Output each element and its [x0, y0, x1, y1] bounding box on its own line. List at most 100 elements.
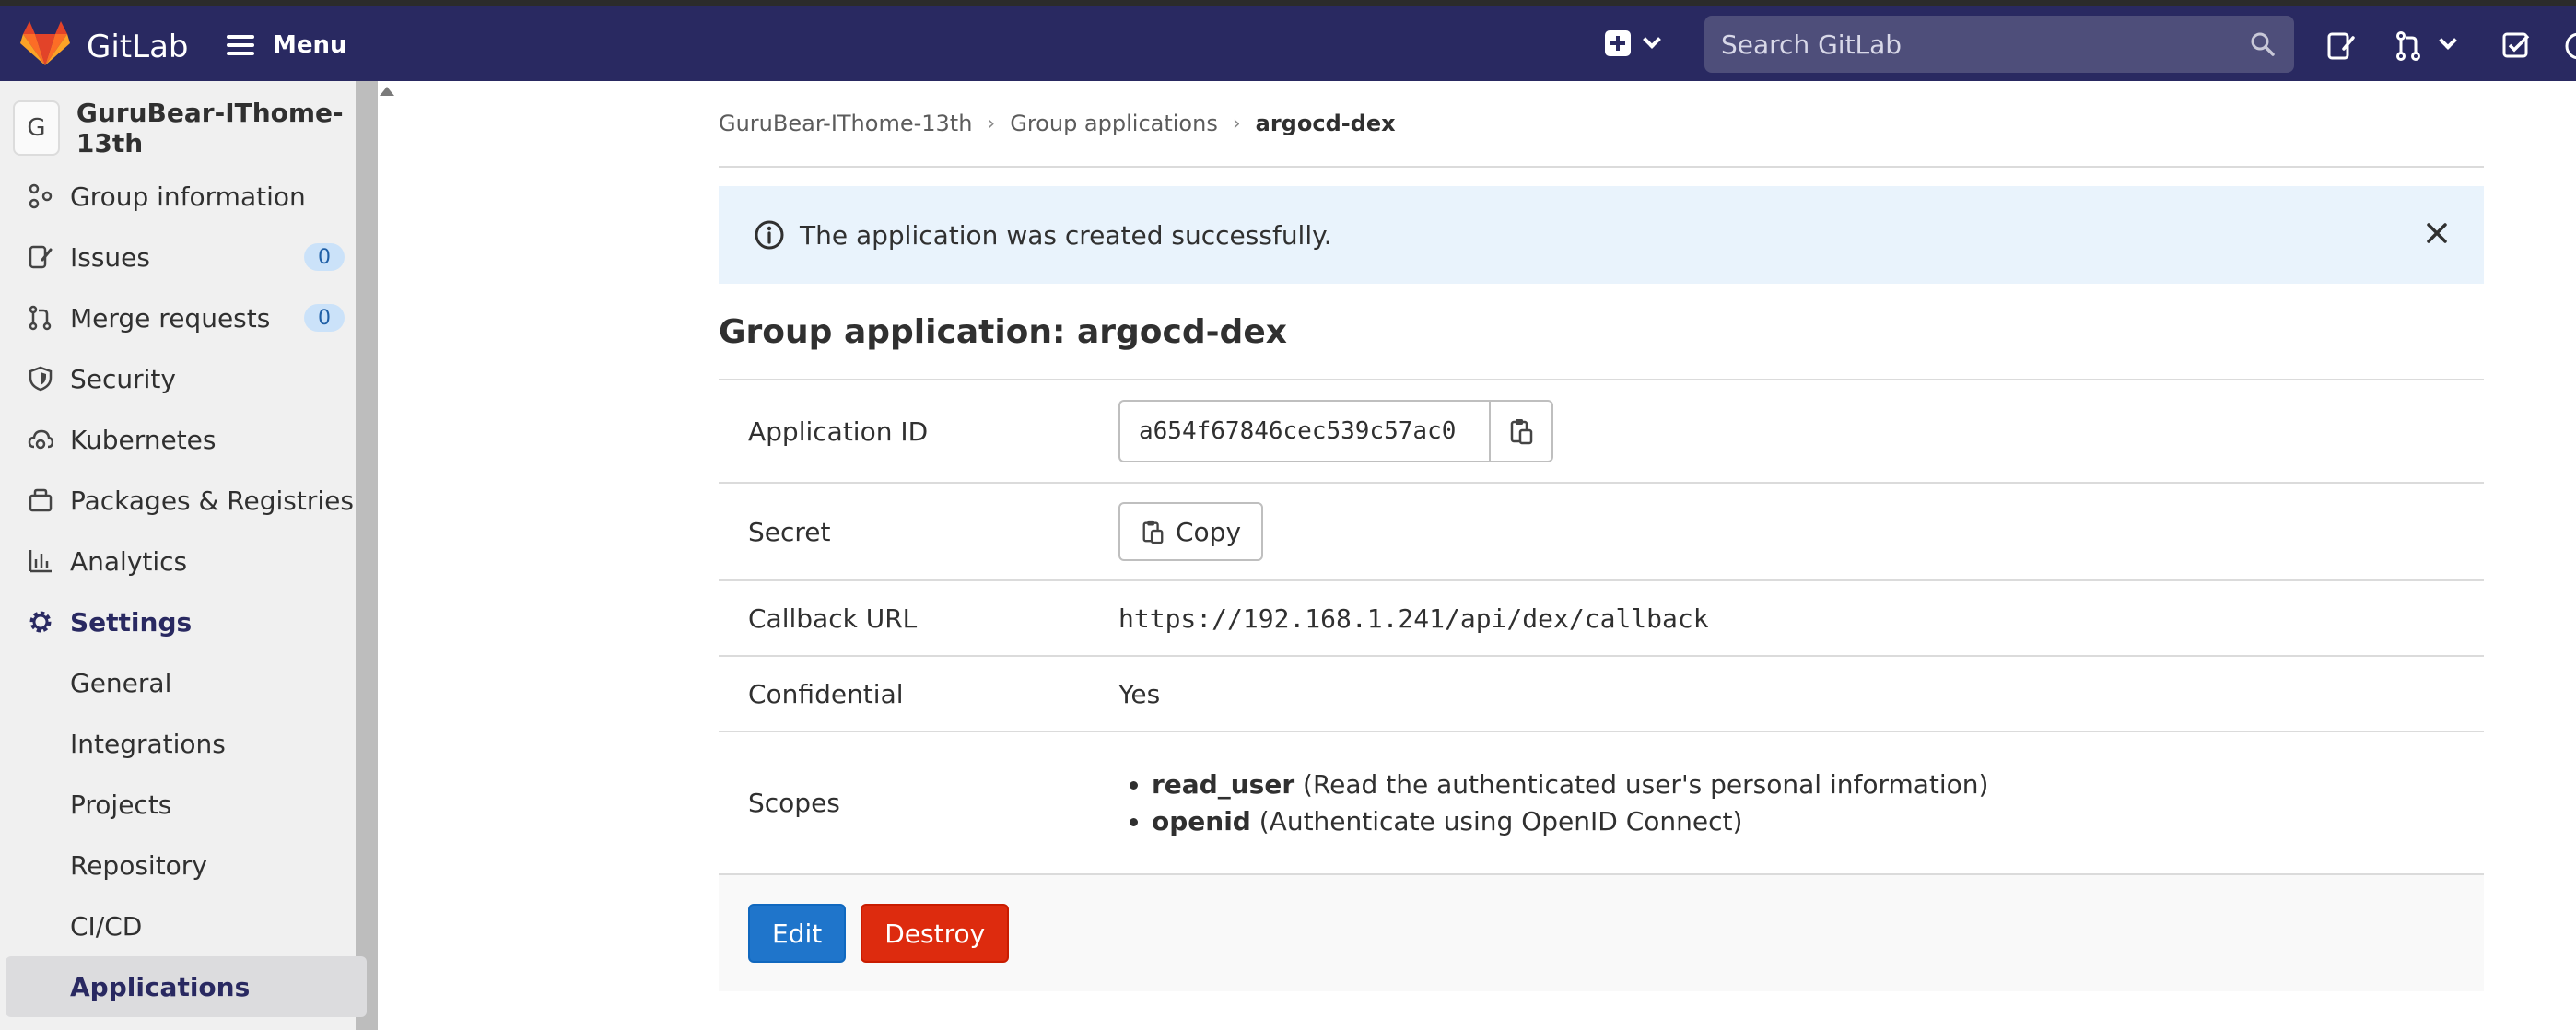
- group-name: GuruBear-IThome-13th: [76, 98, 344, 158]
- clipboard-icon: [1142, 520, 1164, 544]
- main-content: GuruBear-IThome-13th › Group application…: [719, 81, 2484, 991]
- breadcrumb-group-link[interactable]: GuruBear-IThome-13th: [719, 111, 972, 136]
- chevron-down-icon: [1643, 30, 1661, 49]
- issues-count-badge: 0: [304, 243, 345, 271]
- sidebar-item-label: Kubernetes: [70, 424, 217, 455]
- sidebar-item-settings[interactable]: Settings: [0, 591, 378, 652]
- scope-name: read_user: [1152, 768, 1295, 800]
- scope-description: (Read the authenticated user's personal …: [1303, 768, 1989, 800]
- sidebar-item-analytics[interactable]: Analytics: [0, 531, 378, 591]
- merge-requests-count-badge: 0: [304, 304, 345, 332]
- gitlab-logo-icon[interactable]: [20, 21, 70, 67]
- application-id-label: Application ID: [719, 379, 1118, 483]
- merge-request-nav-icon[interactable]: [2394, 30, 2425, 62]
- callback-url-label: Callback URL: [719, 579, 1118, 656]
- sidebar-item-label: Projects: [70, 789, 172, 820]
- close-icon[interactable]: [2423, 219, 2451, 247]
- alert-message: The application was created successfully…: [800, 219, 1332, 251]
- table-row: Scopes read_user (Read the authenticated…: [719, 731, 2484, 873]
- form-actions: Edit Destroy: [719, 873, 2484, 991]
- secret-label: Secret: [719, 482, 1118, 580]
- gear-icon: [26, 607, 55, 637]
- sidebar-item-label: Issues: [70, 241, 150, 273]
- breadcrumb-current[interactable]: argocd-dex: [1256, 111, 1396, 136]
- sidebar-nav: Group information Issues 0 Merge request…: [0, 166, 378, 1017]
- sidebar-item-label: Merge requests: [70, 302, 271, 334]
- issues-nav-icon[interactable]: [2325, 30, 2357, 62]
- table-row: Confidential Yes: [719, 655, 2484, 732]
- page-title: Group application: argocd-dex: [719, 313, 1287, 351]
- sidebar-subitem-repository[interactable]: Repository: [0, 835, 378, 895]
- scope-name: openid: [1152, 805, 1251, 837]
- group-header[interactable]: G GuruBear-IThome-13th: [13, 98, 356, 158]
- copy-application-id-button[interactable]: [1489, 400, 1553, 462]
- sidebar-subitem-integrations[interactable]: Integrations: [0, 713, 378, 774]
- scrollbar-up-arrow[interactable]: [380, 87, 394, 96]
- sidebar: G GuruBear-IThome-13th Group information…: [0, 81, 378, 1030]
- sidebar-item-label: Integrations: [70, 728, 226, 759]
- success-alert: The application was created successfully…: [719, 186, 2484, 284]
- sidebar-item-issues[interactable]: Issues 0: [0, 227, 378, 287]
- sidebar-item-label: Repository: [70, 849, 207, 881]
- list-item: openid (Authenticate using OpenID Connec…: [1152, 803, 2484, 840]
- application-details-table: Application ID Secret: [719, 379, 2484, 873]
- sidebar-item-label: Packages & Registries: [70, 485, 354, 516]
- sidebar-item-group-information[interactable]: Group information: [0, 166, 378, 227]
- hamburger-icon: [227, 35, 254, 55]
- table-row: Application ID: [719, 379, 2484, 483]
- search-input[interactable]: [1721, 29, 2237, 60]
- callback-url-value: https://192.168.1.241/api/dex/callback: [1118, 579, 2484, 656]
- sidebar-item-label: Settings: [70, 606, 193, 638]
- application-id-group: [1118, 400, 1553, 462]
- sidebar-item-kubernetes[interactable]: Kubernetes: [0, 409, 378, 470]
- table-row: Callback URL https://192.168.1.241/api/d…: [719, 579, 2484, 656]
- scope-description: (Authenticate using OpenID Connect): [1259, 805, 1743, 837]
- top-navbar: GitLab Menu: [0, 6, 2576, 81]
- copy-secret-button[interactable]: Copy: [1118, 502, 1264, 561]
- sidebar-item-label: Group information: [70, 181, 306, 212]
- table-row: Secret Copy: [719, 482, 2484, 580]
- list-item: read_user (Read the authenticated user's…: [1152, 767, 2484, 803]
- scopes-cell: read_user (Read the authenticated user's…: [1118, 731, 2484, 873]
- sidebar-item-security[interactable]: Security: [0, 348, 378, 409]
- chart-icon: [26, 546, 55, 576]
- application-id-field[interactable]: [1118, 400, 1489, 462]
- sidebar-subitem-applications[interactable]: Applications: [6, 956, 367, 1017]
- sidebar-subitem-cicd[interactable]: CI/CD: [0, 895, 378, 956]
- confidential-value: Yes: [1118, 655, 2484, 732]
- sidebar-item-packages-registries[interactable]: Packages & Registries: [0, 470, 378, 531]
- help-icon[interactable]: [2563, 30, 2576, 62]
- chevron-down-icon[interactable]: [2439, 31, 2457, 50]
- sidebar-item-label: CI/CD: [70, 910, 143, 942]
- info-icon: [755, 220, 784, 250]
- os-top-strip: [0, 0, 2576, 6]
- destroy-button[interactable]: Destroy: [861, 904, 1010, 963]
- breadcrumb: GuruBear-IThome-13th › Group application…: [719, 81, 2484, 168]
- group-information-icon: [26, 181, 55, 211]
- secret-cell: Copy: [1118, 482, 2484, 580]
- issues-icon: [26, 242, 55, 272]
- shield-icon: [26, 364, 55, 393]
- sidebar-item-merge-requests[interactable]: Merge requests 0: [0, 287, 378, 348]
- sidebar-item-label: Analytics: [70, 545, 188, 577]
- brand-name[interactable]: GitLab: [87, 29, 188, 65]
- search-box[interactable]: [1704, 16, 2294, 73]
- copy-button-label: Copy: [1176, 516, 1242, 547]
- sidebar-subitem-general[interactable]: General: [0, 652, 378, 713]
- menu-button[interactable]: Menu: [227, 27, 347, 64]
- edit-button[interactable]: Edit: [748, 904, 847, 963]
- kubernetes-icon: [26, 425, 55, 454]
- breadcrumb-section-link[interactable]: Group applications: [1010, 111, 1218, 136]
- group-avatar: G: [13, 100, 60, 156]
- todo-icon[interactable]: [2500, 30, 2532, 62]
- package-icon: [26, 486, 55, 515]
- new-dropdown-button[interactable]: [1605, 30, 1661, 56]
- sidebar-item-label: Security: [70, 363, 176, 394]
- application-id-cell: [1118, 379, 2484, 483]
- clipboard-icon: [1510, 419, 1533, 445]
- sidebar-item-label: Applications: [70, 971, 251, 1002]
- search-icon: [2251, 32, 2275, 56]
- scopes-label: Scopes: [719, 731, 1118, 873]
- sidebar-subitem-projects[interactable]: Projects: [0, 774, 378, 835]
- confidential-label: Confidential: [719, 655, 1118, 732]
